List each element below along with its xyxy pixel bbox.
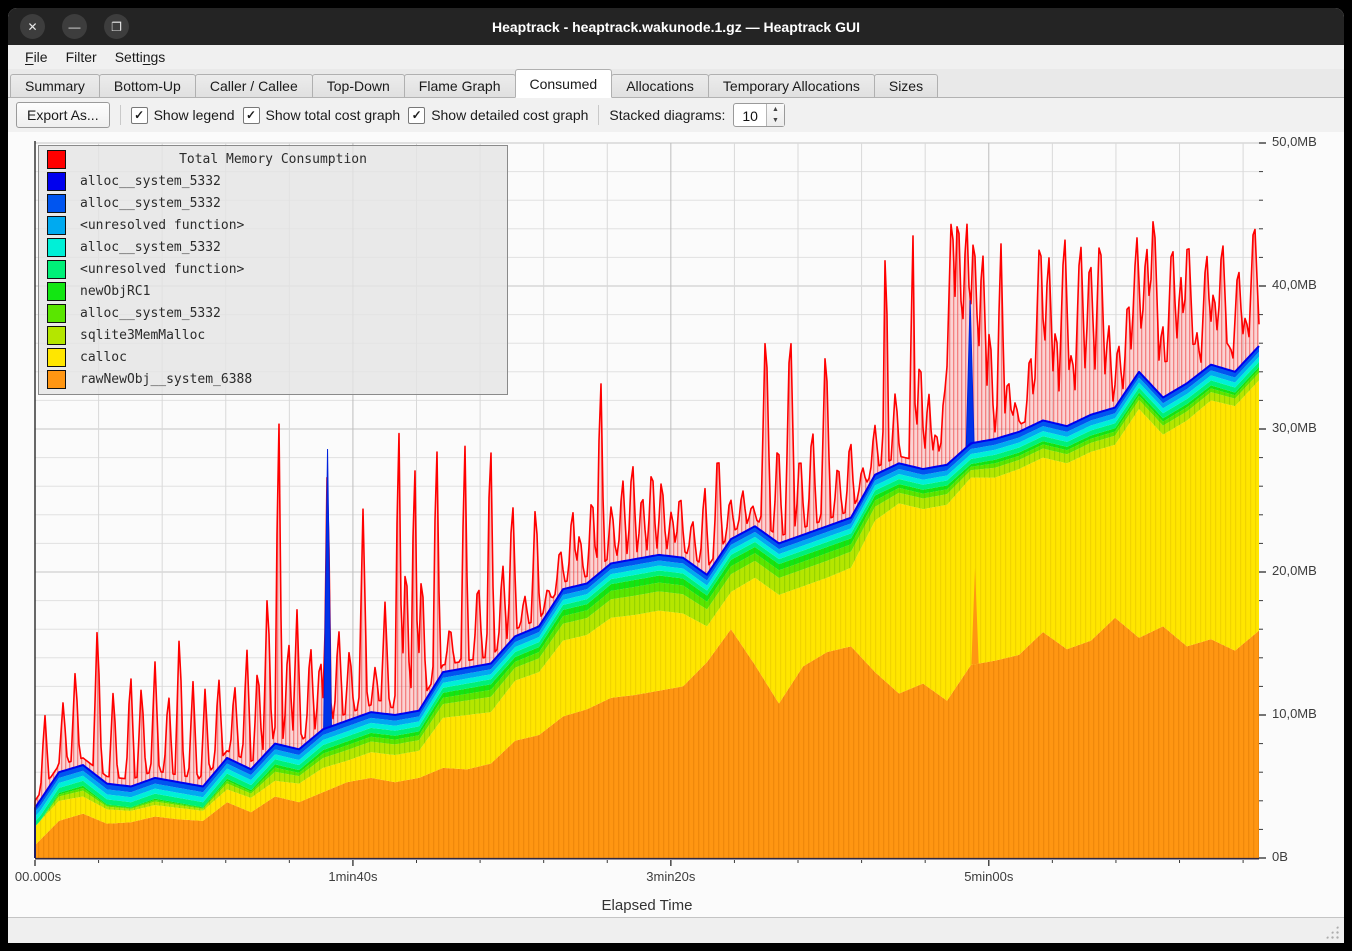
maximize-icon: ❐ <box>111 21 122 33</box>
legend-item: alloc__system_5332 <box>39 302 507 324</box>
chart-panel: 0B10,0MB20,0MB30,0MB40,0MB50,0MB00.000s1… <box>8 132 1344 917</box>
checkbox-show-legend[interactable]: ✓ Show legend <box>131 107 235 124</box>
legend-label: Total Memory Consumption <box>39 152 507 167</box>
tab-consumed[interactable]: Consumed <box>515 69 613 98</box>
spin-up-icon[interactable]: ▲ <box>767 104 784 115</box>
legend-label: alloc__system_5332 <box>80 306 221 321</box>
spin-down-icon[interactable]: ▼ <box>767 115 784 126</box>
resize-grip-icon[interactable] <box>1325 925 1339 939</box>
export-as-button[interactable]: Export As... <box>16 102 110 128</box>
tab-flame-graph[interactable]: Flame Graph <box>404 74 516 97</box>
toolbar-separator <box>598 105 599 125</box>
legend-item: sqlite3MemMalloc <box>39 324 507 346</box>
close-icon: ✕ <box>27 21 37 33</box>
stacked-diagrams-value: 10 <box>734 104 766 126</box>
menu-item-filter[interactable]: Filter <box>57 47 106 67</box>
tab-summary[interactable]: Summary <box>10 74 100 97</box>
legend-item: alloc__system_5332 <box>39 236 507 258</box>
spinbox-arrows: ▲ ▼ <box>766 104 784 126</box>
legend-label: calloc <box>80 350 127 365</box>
window-title: Heaptrack - heaptrack.wakunode.1.gz — He… <box>8 19 1344 35</box>
minimize-button[interactable]: — <box>62 14 87 39</box>
screen: { "window": { "title": "Heaptrack - heap… <box>0 0 1352 951</box>
legend-label: <unresolved function> <box>80 218 244 233</box>
status-bar <box>8 917 1344 943</box>
close-button[interactable]: ✕ <box>20 14 45 39</box>
toolbar-separator <box>120 105 121 125</box>
legend-swatch-icon <box>47 172 66 191</box>
legend-item: newObjRC1 <box>39 280 507 302</box>
chart-legend[interactable]: Total Memory Consumption alloc__system_53… <box>38 145 508 395</box>
checkbox-show-total-cost-graph[interactable]: ✓ Show total cost graph <box>243 107 401 124</box>
legend-swatch-icon <box>47 326 66 345</box>
checkbox-check-icon: ✓ <box>408 107 425 124</box>
legend-label: alloc__system_5332 <box>80 174 221 189</box>
legend-item: alloc__system_5332 <box>39 170 507 192</box>
legend-item: calloc <box>39 346 507 368</box>
legend-swatch-icon <box>47 260 66 279</box>
legend-swatch-icon <box>47 370 66 389</box>
legend-label: sqlite3MemMalloc <box>80 328 205 343</box>
tab-caller-callee[interactable]: Caller / Callee <box>195 74 313 97</box>
legend-swatch-icon <box>47 304 66 323</box>
tab-sizes[interactable]: Sizes <box>874 74 938 97</box>
legend-item: rawNewObj__system_6388 <box>39 368 507 390</box>
legend-swatch-icon <box>47 216 66 235</box>
stacked-diagrams-spinbox[interactable]: 10 ▲ ▼ <box>733 103 785 127</box>
legend-swatch-icon <box>47 194 66 213</box>
checkbox-check-icon: ✓ <box>131 107 148 124</box>
legend-label: newObjRC1 <box>80 284 150 299</box>
checkbox-show-detailed-cost-graph[interactable]: ✓ Show detailed cost graph <box>408 107 588 124</box>
legend-swatch-icon <box>47 238 66 257</box>
menu-item-settings[interactable]: Settings <box>106 47 175 67</box>
minimize-icon: — <box>69 21 81 33</box>
menu-item-file[interactable]: File <box>16 47 57 67</box>
checkbox-label: Show legend <box>154 107 235 123</box>
checkbox-check-icon: ✓ <box>243 107 260 124</box>
tab-temporary-allocations[interactable]: Temporary Allocations <box>708 74 875 97</box>
tab-top-down[interactable]: Top-Down <box>312 74 405 97</box>
legend-swatch-icon <box>47 348 66 367</box>
legend-item: alloc__system_5332 <box>39 192 507 214</box>
toolbar: Export As... ✓ Show legend ✓ Show total cos… <box>8 98 1344 132</box>
legend-label: <unresolved function> <box>80 262 244 277</box>
tab-bottom-up[interactable]: Bottom-Up <box>99 74 196 97</box>
checkbox-label: Show total cost graph <box>266 107 401 123</box>
maximize-button[interactable]: ❐ <box>104 14 129 39</box>
title-bar: ✕ — ❐ Heaptrack - heaptrack.wakunode.1.g… <box>8 8 1344 45</box>
legend-item: <unresolved function> <box>39 214 507 236</box>
window-controls: ✕ — ❐ <box>20 14 129 39</box>
checkbox-label: Show detailed cost graph <box>431 107 588 123</box>
legend-label: rawNewObj__system_6388 <box>80 372 252 387</box>
legend-label: alloc__system_5332 <box>80 196 221 211</box>
tab-bar: SummaryBottom-UpCaller / CalleeTop-DownF… <box>8 69 1344 98</box>
legend-swatch-icon <box>47 282 66 301</box>
legend-item: <unresolved function> <box>39 258 507 280</box>
legend-item: Total Memory Consumption <box>39 148 507 170</box>
menu-bar: FileFilterSettings <box>8 45 1344 69</box>
tab-allocations[interactable]: Allocations <box>611 74 709 97</box>
heaptrack-window: ✕ — ❐ Heaptrack - heaptrack.wakunode.1.g… <box>8 8 1344 943</box>
legend-label: alloc__system_5332 <box>80 240 221 255</box>
stacked-diagrams-label: Stacked diagrams: <box>609 107 725 123</box>
